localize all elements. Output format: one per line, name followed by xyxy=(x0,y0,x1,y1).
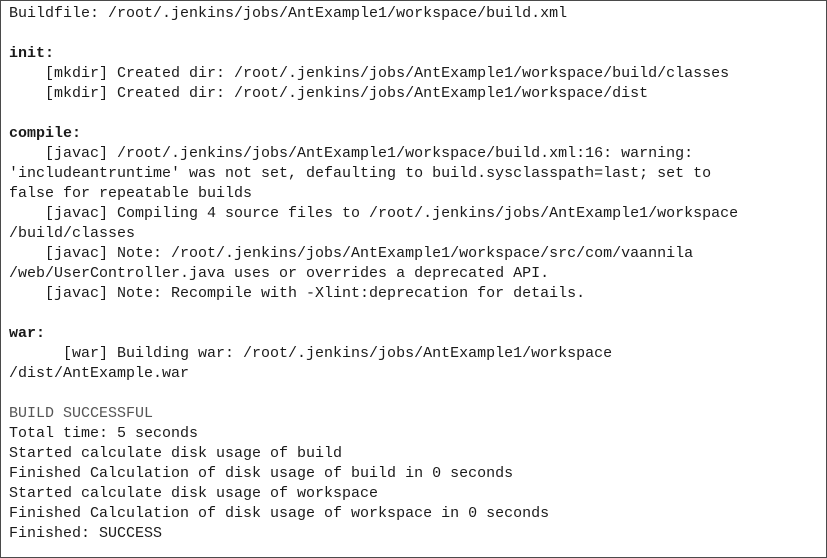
target-heading-compile: compile: xyxy=(9,125,82,142)
console-line: Total time: 5 seconds xyxy=(9,425,199,442)
console-line: /web/UserController.java uses or overrid… xyxy=(9,265,550,282)
console-line: Buildfile: /root/.jenkins/jobs/AntExampl… xyxy=(9,5,568,22)
console-line: [javac] /root/.jenkins/jobs/AntExample1/… xyxy=(9,145,694,162)
console-line: /build/classes xyxy=(9,225,136,242)
console-line: Started calculate disk usage of workspac… xyxy=(9,485,379,502)
build-status-line: BUILD SUCCESSFUL xyxy=(9,405,154,422)
console-line: [javac] Note: Recompile with -Xlint:depr… xyxy=(9,285,586,302)
console-line: Finished Calculation of disk usage of wo… xyxy=(9,505,550,522)
console-line: 'includeantruntime' was not set, default… xyxy=(9,165,712,182)
console-line: Started calculate disk usage of build xyxy=(9,445,343,462)
console-line: /dist/AntExample.war xyxy=(9,365,190,382)
console-line: [javac] Note: /root/.jenkins/jobs/AntExa… xyxy=(9,245,694,262)
console-line: [mkdir] Created dir: /root/.jenkins/jobs… xyxy=(9,85,649,102)
target-heading-init: init: xyxy=(9,45,55,62)
console-line: [mkdir] Created dir: /root/.jenkins/jobs… xyxy=(9,65,730,82)
console-line: [war] Building war: /root/.jenkins/jobs/… xyxy=(9,345,613,362)
console-line: Finished Calculation of disk usage of bu… xyxy=(9,465,514,482)
console-line: [javac] Compiling 4 source files to /roo… xyxy=(9,205,739,222)
console-line: false for repeatable builds xyxy=(9,185,253,202)
finished-status-line: Finished: SUCCESS xyxy=(9,525,163,542)
console-output: Buildfile: /root/.jenkins/jobs/AntExampl… xyxy=(0,0,827,558)
target-heading-war: war: xyxy=(9,325,46,342)
